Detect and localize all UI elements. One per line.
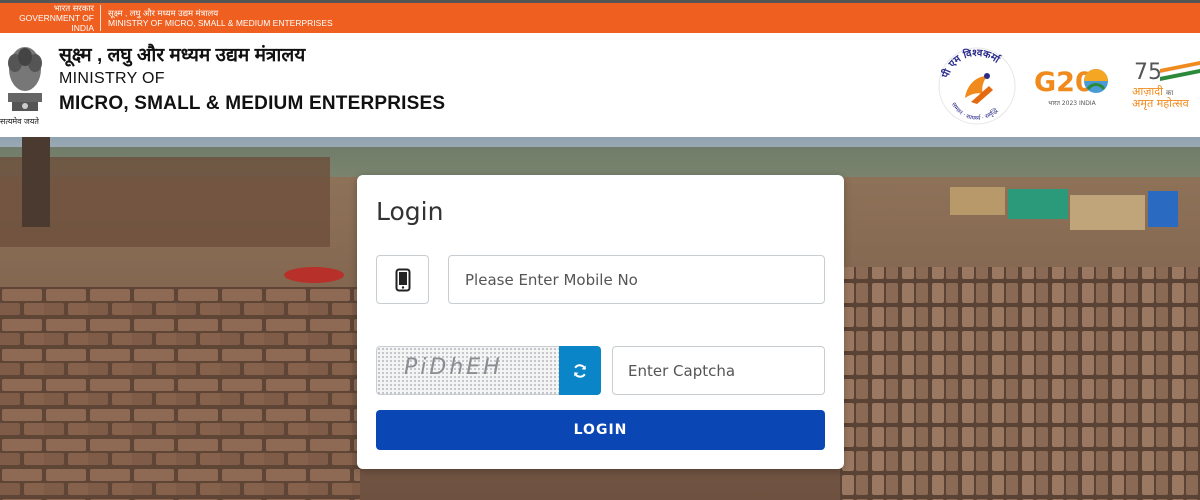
azadi-logo-line2: अमृत महोत्सव bbox=[1132, 97, 1190, 110]
g20-logo-tagline: भारत 2023 INDIA bbox=[1048, 100, 1096, 107]
ministry-title-hindi: सूक्ष्म , लघु और मध्यम उद्यम मंत्रालय bbox=[59, 45, 306, 66]
captcha-text: PiDhEH bbox=[404, 355, 503, 380]
g20-logo: G20 भारत 2023 INDIA bbox=[1030, 61, 1114, 109]
mobile-icon-box bbox=[376, 255, 429, 304]
ministry-english-strip-label: MINISTRY OF MICRO, SMALL & MEDIUM ENTERP… bbox=[108, 18, 333, 28]
gov-hindi-label: भारत सरकार bbox=[53, 3, 94, 13]
login-card: Login PiDhEH LOGIN bbox=[357, 175, 844, 469]
ministry-title: MICRO, SMALL & MEDIUM ENTERPRISES bbox=[59, 93, 446, 114]
refresh-icon bbox=[574, 363, 586, 378]
azadi-ka-amrit-mahotsav-logo: 75 आज़ादी का अमृत महोत्सव bbox=[1130, 55, 1200, 115]
mobile-phone-icon bbox=[395, 268, 410, 291]
azadi-logo-line1-suffix: का bbox=[1166, 89, 1173, 97]
azadi-logo-number: 75 bbox=[1134, 60, 1162, 85]
site-header: सत्यमेव जयते सूक्ष्म , लघु और मध्यम उद्य… bbox=[0, 33, 1200, 137]
login-title: Login bbox=[376, 197, 444, 226]
captcha-input[interactable] bbox=[612, 346, 825, 395]
ministry-hindi-strip-label: सूक्ष्म , लघु और मध्यम उद्यम मंत्रालय bbox=[108, 8, 219, 18]
government-of-india-label: भारत सरकार GOVERNMENT OF INDIA bbox=[0, 3, 101, 33]
mobile-number-input[interactable] bbox=[448, 255, 825, 304]
ministry-strip-label: सूक्ष्म , लघु और मध्यम उद्यम मंत्रालय MI… bbox=[101, 8, 333, 28]
login-button[interactable]: LOGIN bbox=[376, 410, 825, 450]
government-strip: भारत सरकार GOVERNMENT OF INDIA सूक्ष्म ,… bbox=[0, 0, 1200, 33]
emblem-motto: सत्यमेव जयते bbox=[0, 117, 39, 126]
pm-vishwakarma-logo: पी एम विश्वकर्मा सम्मान · सामर्थ्य · समृ… bbox=[937, 46, 1017, 126]
ministry-title-prefix: MINISTRY OF bbox=[59, 70, 165, 87]
gov-english-label: GOVERNMENT OF INDIA bbox=[19, 13, 94, 33]
refresh-captcha-button[interactable] bbox=[559, 346, 601, 395]
captcha-image: PiDhEH bbox=[376, 346, 559, 395]
